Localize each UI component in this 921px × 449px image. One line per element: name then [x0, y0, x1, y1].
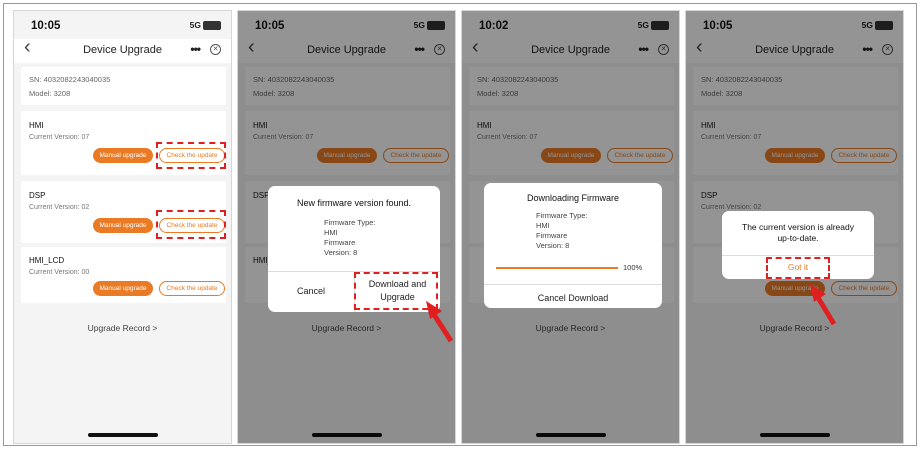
home-indicator	[87, 433, 158, 437]
manual-upgrade-button[interactable]: Manual upgrade	[93, 218, 153, 233]
firmware-version-value: Version: 8	[536, 241, 570, 250]
cancel-button[interactable]: Cancel	[268, 286, 354, 296]
firmware-details: Firmware Type: HMI Firmware Version: 8	[324, 218, 376, 258]
upgrade-record-link[interactable]: Upgrade Record >	[14, 323, 231, 333]
firmware-type-value: HMI	[324, 228, 338, 237]
hmi-version: Current Version: 07	[29, 134, 90, 141]
status-time: 10:05	[31, 20, 61, 32]
firmware-found-dialog: New firmware version found. Firmware Typ…	[268, 186, 440, 312]
dialog-title: Downloading Firmware	[526, 193, 620, 203]
progress-text: 100%	[623, 263, 643, 272]
dialog-title: New firmware version found.	[296, 198, 412, 208]
hmi-card: HMI Current Version: 07 Manual upgrade C…	[21, 111, 226, 175]
signal-label: 5G	[189, 20, 201, 30]
check-update-button[interactable]: Check the update	[159, 281, 225, 296]
divider	[484, 284, 662, 285]
serial-number: SN: 4032082243040035	[29, 75, 111, 84]
nav-bar: ‹ Device Upgrade ••• ✕	[14, 36, 231, 63]
message-line-2: up-to-date.	[777, 233, 819, 243]
firmware-version-label: Firmware	[324, 238, 356, 247]
screenshot-frame: 10:05 5G ‹ Device Upgrade ••• ✕ SN: 4032…	[3, 3, 917, 446]
phone-screen-2: 10:05 5G ‹ Device Upgrade ••• ✕ SN: 4032…	[237, 10, 456, 444]
highlight-box	[156, 142, 226, 169]
hmi-lcd-card: HMI_LCD Current Version: 00 Manual upgra…	[21, 247, 226, 303]
up-to-date-dialog: The current version is already up-to-dat…	[722, 211, 874, 279]
red-arrow-icon	[426, 301, 454, 343]
dsp-title: DSP	[29, 191, 46, 200]
progress-fill	[496, 267, 618, 269]
message-line-1: The current version is already	[742, 222, 854, 232]
manual-upgrade-button[interactable]: Manual upgrade	[93, 148, 153, 163]
phone-screen-1: 10:05 5G ‹ Device Upgrade ••• ✕ SN: 4032…	[13, 10, 232, 444]
firmware-type-label: Firmware Type:	[324, 218, 376, 227]
firmware-version-value: Version: 8	[324, 248, 358, 257]
hmi-title: HMI	[29, 121, 44, 130]
red-arrow-icon	[810, 284, 837, 326]
firmware-type-value: HMI	[536, 221, 550, 230]
phone-screen-4: 10:05 5G ‹ Device Upgrade ••• ✕ SN: 4032…	[685, 10, 904, 444]
model-number: Model: 3208	[29, 89, 71, 98]
highlight-box	[766, 257, 830, 279]
hmi-lcd-version: Current Version: 00	[29, 269, 90, 276]
dialog-message: The current version is already up-to-dat…	[722, 222, 874, 244]
manual-upgrade-button[interactable]: Manual upgrade	[93, 281, 153, 296]
dsp-card: DSP Current Version: 02 Manual upgrade C…	[21, 181, 226, 243]
status-bar: 10:05 5G	[14, 11, 231, 39]
signal-indicator: 5G	[189, 20, 221, 31]
battery-icon	[203, 21, 221, 31]
downloading-dialog: Downloading Firmware Firmware Type: HMI …	[484, 183, 662, 308]
firmware-type-label: Firmware Type:	[536, 211, 588, 220]
firmware-details: Firmware Type: HMI Firmware Version: 8	[536, 211, 588, 251]
device-info-card: SN: 4032082243040035 Model: 3208	[21, 67, 226, 105]
hmi-lcd-title: HMI_LCD	[29, 256, 65, 265]
divider	[722, 255, 874, 256]
dsp-version: Current Version: 02	[29, 204, 90, 211]
phone-screen-3: 10:02 5G ‹ Device Upgrade ••• ✕ SN: 4032…	[461, 10, 680, 444]
highlight-box	[156, 210, 226, 239]
close-circle-icon[interactable]: ✕	[210, 44, 221, 55]
progress-bar	[496, 267, 618, 269]
firmware-version-label: Firmware	[536, 231, 568, 240]
more-icon[interactable]: •••	[190, 42, 201, 56]
cancel-download-button[interactable]: Cancel Download	[484, 293, 662, 303]
